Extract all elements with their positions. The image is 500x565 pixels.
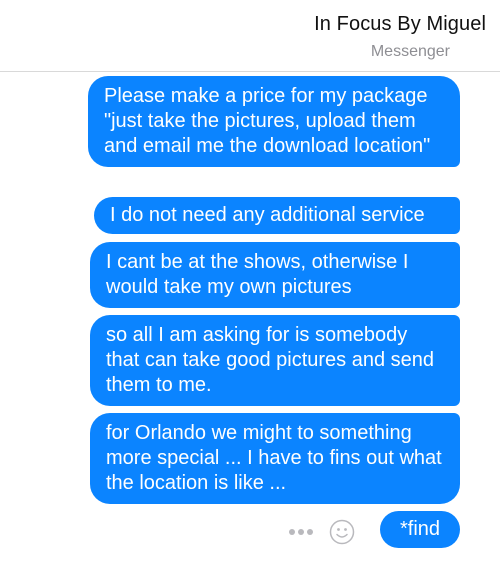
dot (289, 529, 295, 535)
dot (307, 529, 313, 535)
message-bubble[interactable]: *find (380, 511, 460, 548)
dot (298, 529, 304, 535)
message-bubble[interactable]: so all I am asking for is somebody that … (90, 315, 460, 406)
smiley-icon[interactable] (329, 519, 355, 545)
message-bubble[interactable]: I do not need any additional service (94, 197, 460, 234)
conversation-header: In Focus By Miguel Messenger (0, 0, 500, 72)
platform-label: Messenger (370, 43, 450, 60)
contact-name[interactable]: In Focus By Miguel (314, 13, 486, 36)
message-bubble[interactable]: Please make a price for my package "just… (88, 76, 460, 167)
message-bubble[interactable]: I cant be at the shows, otherwise I woul… (90, 242, 460, 308)
ellipsis-icon[interactable] (289, 529, 313, 535)
message-bubble[interactable]: for Orlando we might to something more s… (90, 413, 460, 504)
